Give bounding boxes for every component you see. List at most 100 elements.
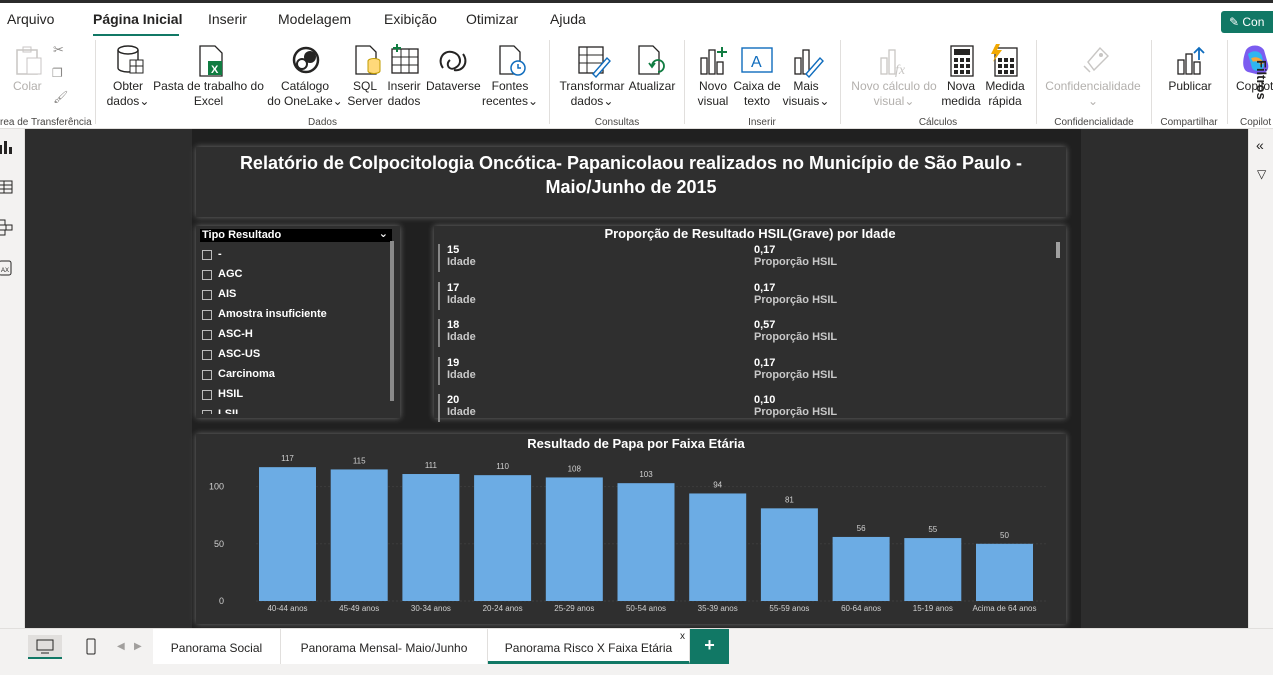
slicer-header[interactable]: Tipo Resultado ⌄ bbox=[200, 228, 392, 242]
transform-data-button[interactable]: Transformar dados⌄ bbox=[558, 79, 626, 109]
menu-tab-arquivo[interactable]: Arquivo bbox=[7, 11, 54, 27]
page-tab-panorama-social[interactable]: Panorama Social bbox=[153, 629, 281, 664]
slicer-item[interactable]: Amostra insuficiente bbox=[201, 304, 389, 324]
report-title-box[interactable]: Relatório de Colpocitologia Oncótica- Pa… bbox=[196, 147, 1066, 217]
new-visual-button[interactable]: Novo visual bbox=[693, 79, 733, 109]
slicer-checkbox[interactable] bbox=[202, 290, 212, 300]
slicer-checkbox[interactable] bbox=[202, 250, 212, 260]
slicer-checkbox[interactable] bbox=[202, 350, 212, 360]
bar[interactable] bbox=[976, 543, 1033, 601]
more-visuals-button[interactable]: Mais visuais⌄ bbox=[782, 79, 830, 109]
copy-icon[interactable]: ❐ bbox=[52, 66, 63, 80]
new-measure-button[interactable]: Nova medida bbox=[940, 79, 982, 109]
quick-measure-button[interactable]: Medida rápida bbox=[983, 79, 1027, 109]
slicer-item-label: ASC-H bbox=[218, 328, 253, 340]
page-tab-panorama-mensal[interactable]: Panorama Mensal- Maio/Junho bbox=[281, 629, 488, 664]
slicer-item-label: Amostra insuficiente bbox=[218, 308, 327, 320]
menu-tab-ajuda[interactable]: Ajuda bbox=[550, 11, 586, 27]
menu-tab-inserir[interactable]: Inserir bbox=[208, 11, 247, 27]
bar[interactable] bbox=[330, 469, 388, 601]
bar[interactable] bbox=[617, 483, 675, 601]
menu-tab-exibicao[interactable]: Exibição bbox=[384, 11, 437, 27]
slicer-checkbox[interactable] bbox=[202, 310, 212, 320]
slicer-item[interactable]: ASC-US bbox=[201, 344, 389, 364]
report-view-icon[interactable] bbox=[0, 139, 14, 155]
share-label: Con bbox=[1242, 15, 1265, 29]
slicer-checkbox[interactable] bbox=[202, 370, 212, 380]
bar[interactable] bbox=[474, 475, 532, 601]
quick-measure-icon bbox=[991, 44, 1018, 77]
slicer-item[interactable]: LSIL bbox=[201, 404, 389, 414]
slicer-checkbox[interactable] bbox=[202, 390, 212, 400]
hsil-proportion-multirow-card[interactable]: Proporção de Resultado HSIL(Grave) por I… bbox=[434, 226, 1066, 422]
model-view-icon[interactable] bbox=[0, 219, 14, 237]
close-tab-icon[interactable]: x bbox=[680, 631, 685, 642]
visual-calculation-button[interactable]: Novo cálculo do visual⌄ bbox=[848, 79, 940, 109]
add-page-button[interactable]: + bbox=[690, 629, 729, 664]
ribbon-separator bbox=[684, 40, 685, 124]
onelake-catalog-button[interactable]: Catálogo do OneLake⌄ bbox=[267, 79, 343, 109]
slicer-item[interactable]: AGC bbox=[201, 264, 389, 284]
slicer-checkbox[interactable] bbox=[202, 270, 212, 280]
cut-icon[interactable]: ✂ bbox=[53, 42, 64, 58]
slicer-item[interactable]: ASC-H bbox=[201, 324, 389, 344]
novo-calculo-line2: visual bbox=[873, 94, 905, 108]
filters-pane-collapsed[interactable]: « ▽ bbox=[1248, 129, 1273, 628]
transformar-line2: dados bbox=[570, 94, 604, 108]
refresh-button[interactable]: Atualizar bbox=[627, 79, 677, 94]
publish-button[interactable]: Publicar bbox=[1164, 79, 1216, 94]
tipo-resultado-slicer[interactable]: Tipo Resultado ⌄ - AGC AIS Amostra insuficie… bbox=[196, 226, 400, 418]
mobile-layout-icon[interactable] bbox=[82, 637, 100, 657]
sql-line1: SQL bbox=[352, 79, 377, 93]
bar[interactable] bbox=[545, 477, 603, 601]
colar-button[interactable]: Colar bbox=[13, 79, 42, 94]
sensitivity-button[interactable]: Confidencialidade ⌄ bbox=[1042, 79, 1144, 109]
excel-workbook-button[interactable]: Pasta de trabalho do Excel bbox=[153, 79, 264, 109]
dax-query-view-icon[interactable]: AX bbox=[0, 259, 14, 277]
bar[interactable] bbox=[259, 467, 316, 601]
share-button[interactable]: ✎ Con bbox=[1221, 11, 1273, 33]
idade-label: Idade bbox=[447, 256, 476, 268]
recent-sources-button[interactable]: Fontes recentes⌄ bbox=[480, 79, 540, 109]
x-tick-label: 45-49 anos bbox=[339, 604, 379, 613]
menu-tab-modelagem[interactable]: Modelagem bbox=[278, 11, 351, 27]
chevron-down-icon[interactable]: ⌄ bbox=[379, 228, 388, 241]
ribbon-separator bbox=[1151, 40, 1152, 124]
desktop-layout-button[interactable] bbox=[28, 635, 62, 659]
slicer-item[interactable]: HSIL bbox=[201, 384, 389, 404]
bar[interactable] bbox=[832, 536, 890, 601]
fontes-line2: recentes bbox=[481, 94, 528, 108]
bar[interactable] bbox=[689, 493, 747, 601]
text-box-button[interactable]: Caixa de texto bbox=[733, 79, 781, 109]
obter-dados-button[interactable]: Obter dados⌄ bbox=[105, 79, 151, 109]
sql-server-icon bbox=[355, 45, 381, 75]
multirow-scrollbar[interactable] bbox=[1056, 242, 1060, 258]
age-group-bar-chart[interactable]: Resultado de Papa por Faixa Etária 0 50 10… bbox=[196, 434, 1066, 624]
sql-server-button[interactable]: SQL Server bbox=[347, 79, 383, 109]
onelake-icon bbox=[292, 46, 320, 74]
multirow-title: Proporção de Resultado HSIL(Grave) por I… bbox=[604, 226, 896, 241]
menu-tab-pagina-inicial[interactable]: Página Inicial bbox=[93, 11, 182, 27]
slicer-item[interactable]: AIS bbox=[201, 284, 389, 304]
idade-value: 15 bbox=[447, 244, 460, 256]
page-tab-panorama-risco[interactable]: Panorama Risco X Faixa Etária x bbox=[488, 629, 690, 664]
scroll-left-icon[interactable]: ◀ bbox=[117, 641, 125, 652]
novo-visual-line1: Novo bbox=[698, 79, 727, 93]
expand-chevron-icon[interactable]: « bbox=[1256, 137, 1264, 153]
slicer-item[interactable]: Carcinoma bbox=[201, 364, 389, 384]
slicer-item[interactable]: - bbox=[201, 244, 389, 264]
slicer-checkbox[interactable] bbox=[202, 410, 212, 414]
table-view-icon[interactable] bbox=[0, 179, 14, 195]
format-painter-icon[interactable]: 🖌 bbox=[53, 90, 68, 104]
enter-data-button[interactable]: Inserir dados bbox=[385, 79, 423, 109]
bar[interactable] bbox=[904, 538, 962, 601]
scroll-right-icon[interactable]: ▶ bbox=[134, 641, 142, 652]
slicer-checkbox[interactable] bbox=[202, 330, 212, 340]
slicer-scrollbar[interactable] bbox=[390, 241, 394, 401]
onelake-line2: do OneLake bbox=[267, 94, 333, 108]
bar[interactable] bbox=[760, 508, 818, 601]
menu-tab-otimizar[interactable]: Otimizar bbox=[466, 11, 518, 27]
page-tabs-bar: ◀ ▶ Panorama Social Panorama Mensal- Mai… bbox=[0, 628, 1273, 675]
dataverse-button[interactable]: Dataverse bbox=[426, 79, 481, 94]
bar[interactable] bbox=[402, 474, 460, 601]
